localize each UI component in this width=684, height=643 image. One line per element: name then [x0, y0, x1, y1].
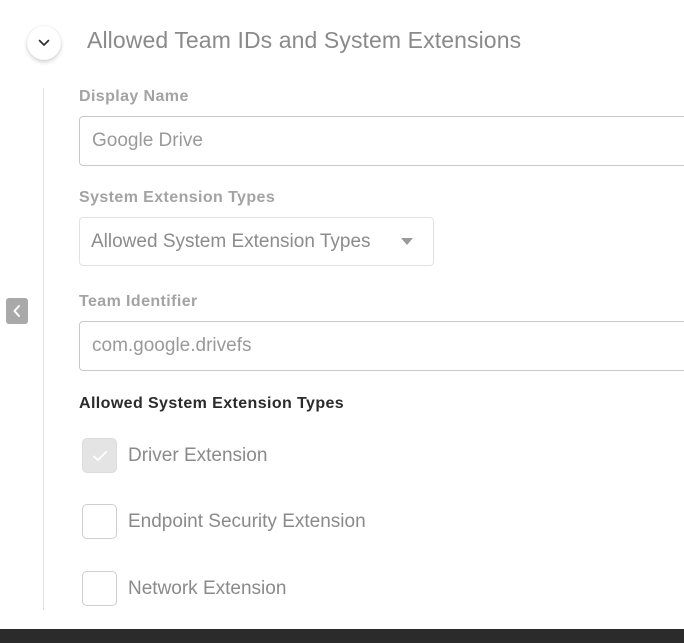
checkbox-row-network-extension[interactable]: Network Extension: [82, 571, 286, 606]
display-name-input[interactable]: [79, 116, 684, 166]
endpoint-security-extension-label: Endpoint Security Extension: [128, 510, 366, 532]
config-panel: Allowed Team IDs and System Extensions D…: [0, 0, 684, 643]
team-identifier-input[interactable]: [79, 321, 684, 371]
footer-bar: [0, 629, 684, 643]
network-extension-checkbox[interactable]: [82, 571, 117, 606]
display-name-label: Display Name: [79, 88, 189, 105]
network-extension-label: Network Extension: [128, 577, 287, 599]
allowed-types-heading: Allowed System Extension Types: [79, 395, 345, 412]
driver-extension-checkbox[interactable]: [82, 438, 117, 473]
section-collapse-button[interactable]: [27, 26, 61, 60]
select-value: Allowed System Extension Types: [91, 230, 371, 252]
chevron-down-icon: [38, 39, 50, 46]
endpoint-security-extension-checkbox[interactable]: [82, 504, 117, 539]
team-identifier-label: Team Identifier: [79, 293, 198, 310]
system-extension-types-select[interactable]: Allowed System Extension Types: [79, 217, 434, 266]
checkmark-icon: [92, 450, 107, 461]
checkbox-row-endpoint-security-extension[interactable]: Endpoint Security Extension: [82, 504, 366, 539]
caret-down-icon: [401, 238, 413, 245]
system-extension-types-label: System Extension Types: [79, 189, 276, 206]
side-collapse-tab[interactable]: [6, 298, 28, 324]
driver-extension-label: Driver Extension: [128, 444, 268, 466]
chevron-left-icon: [13, 305, 20, 317]
section-tree-line: [43, 88, 44, 610]
checkbox-row-driver-extension[interactable]: Driver Extension: [82, 438, 267, 473]
section-title: Allowed Team IDs and System Extensions: [87, 27, 522, 53]
